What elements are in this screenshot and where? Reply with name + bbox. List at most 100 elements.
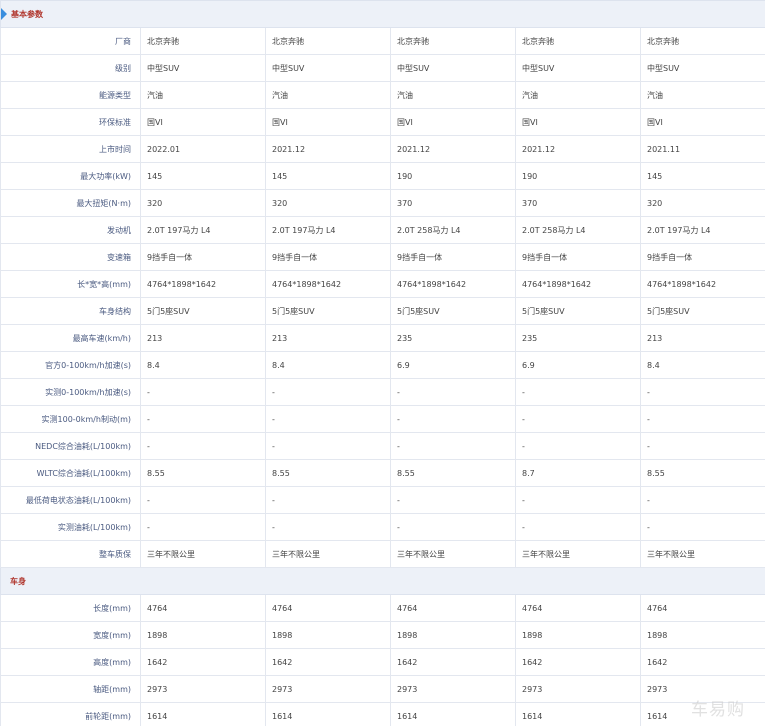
param-label: 宽度(mm) bbox=[0, 621, 141, 649]
param-value: 1642 bbox=[515, 648, 641, 676]
section-header: 车身 bbox=[0, 567, 765, 595]
param-label: NEDC综合油耗(L/100km) bbox=[0, 432, 141, 460]
param-value: - bbox=[265, 432, 391, 460]
table-row: 级别 中型SUV 中型SUV 中型SUV 中型SUV 中型SUV bbox=[0, 54, 765, 82]
param-label: 最大功率(kW) bbox=[0, 162, 141, 190]
param-value: 1642 bbox=[639, 648, 765, 676]
table-row: 最大扭矩(N·m) 320 320 370 370 320 bbox=[0, 189, 765, 217]
watermark-logo: 车易购 bbox=[691, 700, 745, 720]
param-value: 2973 bbox=[265, 675, 391, 703]
param-value: 三年不限公里 bbox=[390, 540, 516, 568]
param-label: 发动机 bbox=[0, 216, 141, 244]
param-value: 8.7 bbox=[515, 459, 641, 487]
param-value: - bbox=[390, 486, 516, 514]
param-label: 实测0-100km/h加速(s) bbox=[0, 378, 141, 406]
param-value: 235 bbox=[390, 324, 516, 352]
param-value: 9挡手自一体 bbox=[390, 243, 516, 271]
param-value: 汽油 bbox=[515, 81, 641, 109]
table-row: 最高车速(km/h) 213 213 235 235 213 bbox=[0, 324, 765, 352]
param-value: 4764 bbox=[390, 594, 516, 622]
param-value: 8.55 bbox=[140, 459, 266, 487]
param-value: 4764*1898*1642 bbox=[390, 270, 516, 298]
param-value: 1642 bbox=[265, 648, 391, 676]
param-value: 北京奔驰 bbox=[140, 27, 266, 55]
param-value: 320 bbox=[639, 189, 765, 217]
param-value: 4764*1898*1642 bbox=[639, 270, 765, 298]
param-value: 1898 bbox=[390, 621, 516, 649]
param-label: 高度(mm) bbox=[0, 648, 141, 676]
param-value: 汽油 bbox=[639, 81, 765, 109]
table-row: 前轮距(mm) 1614 1614 1614 1614 1614 bbox=[0, 702, 765, 726]
section-header: 基本参数 bbox=[0, 0, 765, 28]
param-value: 5门5座SUV bbox=[639, 297, 765, 325]
param-value: 北京奔驰 bbox=[265, 27, 391, 55]
section-title-cell: 基本参数 bbox=[0, 0, 765, 28]
param-value: 8.4 bbox=[639, 351, 765, 379]
param-value: 中型SUV bbox=[639, 54, 765, 82]
param-value: 4764*1898*1642 bbox=[515, 270, 641, 298]
table-row: 最大功率(kW) 145 145 190 190 145 bbox=[0, 162, 765, 190]
param-value: - bbox=[390, 378, 516, 406]
param-value: - bbox=[265, 405, 391, 433]
table-row: 长度(mm) 4764 4764 4764 4764 4764 bbox=[0, 594, 765, 622]
param-label: 环保标准 bbox=[0, 108, 141, 136]
param-label: 最大扭矩(N·m) bbox=[0, 189, 141, 217]
param-value: - bbox=[639, 378, 765, 406]
param-value: 213 bbox=[140, 324, 266, 352]
spec-table-body: 基本参数 厂商 北京奔驰 北京奔驰 北京奔驰 北京奔驰 北京奔驰 级别 中型SUV 中型SUV 中型… bbox=[0, 0, 765, 726]
param-value: - bbox=[140, 486, 266, 514]
param-value: 145 bbox=[265, 162, 391, 190]
table-row: 实测100-0km/h制动(m) - - - - - bbox=[0, 405, 765, 433]
param-value: 6.9 bbox=[390, 351, 516, 379]
param-value: 8.55 bbox=[265, 459, 391, 487]
param-value: - bbox=[140, 405, 266, 433]
table-row: 整车质保 三年不限公里 三年不限公里 三年不限公里 三年不限公里 三年不限公里 bbox=[0, 540, 765, 568]
section-title: 车身 bbox=[10, 576, 26, 586]
param-value: 2973 bbox=[390, 675, 516, 703]
param-value: 2.0T 258马力 L4 bbox=[515, 216, 641, 244]
param-value: 9挡手自一体 bbox=[639, 243, 765, 271]
param-value: - bbox=[639, 486, 765, 514]
param-label: 最高车速(km/h) bbox=[0, 324, 141, 352]
param-value: 5门5座SUV bbox=[390, 297, 516, 325]
param-value: 5门5座SUV bbox=[515, 297, 641, 325]
param-value: - bbox=[265, 378, 391, 406]
param-value: 2021.12 bbox=[390, 135, 516, 163]
param-value: 5门5座SUV bbox=[265, 297, 391, 325]
param-value: 国VI bbox=[515, 108, 641, 136]
param-value: 2.0T 197马力 L4 bbox=[265, 216, 391, 244]
param-value: 1898 bbox=[639, 621, 765, 649]
param-value: 235 bbox=[515, 324, 641, 352]
param-value: 1898 bbox=[265, 621, 391, 649]
table-row: 宽度(mm) 1898 1898 1898 1898 1898 bbox=[0, 621, 765, 649]
section-title-cell: 车身 bbox=[0, 567, 765, 595]
spec-table: 基本参数 厂商 北京奔驰 北京奔驰 北京奔驰 北京奔驰 北京奔驰 级别 中型SUV 中型SUV 中型… bbox=[0, 0, 765, 726]
param-value: - bbox=[639, 405, 765, 433]
param-value: 213 bbox=[265, 324, 391, 352]
param-label: 上市时间 bbox=[0, 135, 141, 163]
param-value: 三年不限公里 bbox=[639, 540, 765, 568]
param-value: 4764 bbox=[515, 594, 641, 622]
param-value: 9挡手自一体 bbox=[140, 243, 266, 271]
param-value: - bbox=[265, 513, 391, 541]
spec-comparison-page: 基本参数 厂商 北京奔驰 北京奔驰 北京奔驰 北京奔驰 北京奔驰 级别 中型SUV 中型SUV 中型… bbox=[0, 0, 765, 726]
param-value: 1898 bbox=[515, 621, 641, 649]
param-value: - bbox=[390, 405, 516, 433]
param-value: 8.55 bbox=[390, 459, 516, 487]
table-row: 高度(mm) 1642 1642 1642 1642 1642 bbox=[0, 648, 765, 676]
param-value: 2.0T 197马力 L4 bbox=[639, 216, 765, 244]
table-row: 厂商 北京奔驰 北京奔驰 北京奔驰 北京奔驰 北京奔驰 bbox=[0, 27, 765, 55]
param-value: 370 bbox=[515, 189, 641, 217]
param-label: 实测100-0km/h制动(m) bbox=[0, 405, 141, 433]
param-value: 2021.11 bbox=[639, 135, 765, 163]
param-label: 长度(mm) bbox=[0, 594, 141, 622]
param-value: 三年不限公里 bbox=[515, 540, 641, 568]
param-label: WLTC综合油耗(L/100km) bbox=[0, 459, 141, 487]
param-value: 汽油 bbox=[265, 81, 391, 109]
param-value: - bbox=[140, 432, 266, 460]
table-row: 实测油耗(L/100km) - - - - - bbox=[0, 513, 765, 541]
param-value: 1642 bbox=[390, 648, 516, 676]
param-label: 车身结构 bbox=[0, 297, 141, 325]
param-value: 中型SUV bbox=[515, 54, 641, 82]
param-value: 4764 bbox=[639, 594, 765, 622]
